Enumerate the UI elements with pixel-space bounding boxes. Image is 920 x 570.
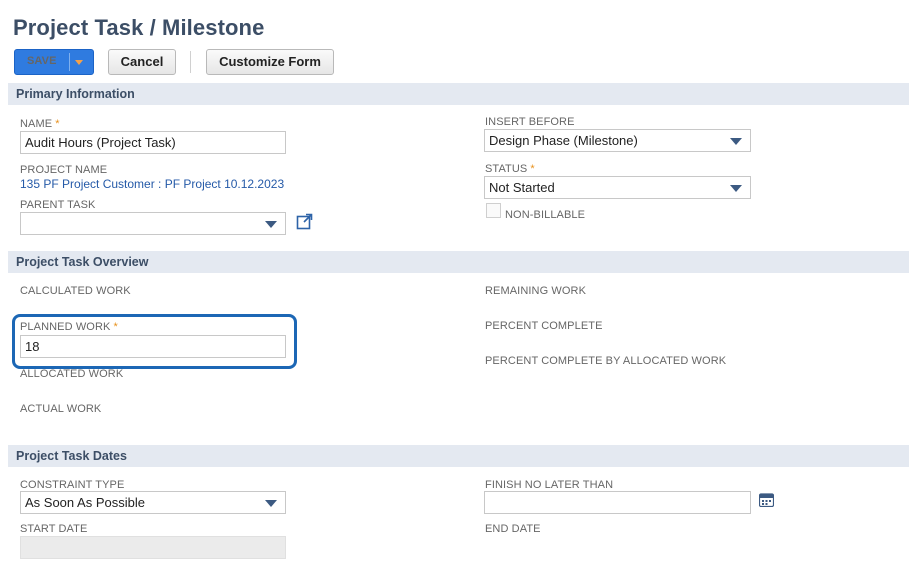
calculated-work-label: CALCULATED WORK — [20, 285, 131, 297]
actual-work-label: ACTUAL WORK — [20, 403, 102, 415]
parent-task-select[interactable] — [20, 212, 286, 235]
percent-complete-allocated-label: PERCENT COMPLETE BY ALLOCATED WORK — [485, 355, 727, 367]
planned-work-label: PLANNED WORK * — [20, 321, 118, 333]
chevron-down-icon[interactable] — [265, 221, 277, 228]
required-mark: * — [55, 118, 60, 130]
save-button-label: Save — [27, 55, 57, 67]
non-billable-checkbox[interactable] — [486, 203, 501, 218]
start-date-label: START DATE — [20, 523, 88, 535]
save-button[interactable]: Save — [14, 49, 94, 75]
status-label: STATUS * — [485, 163, 535, 175]
chevron-down-icon[interactable] — [730, 138, 742, 145]
external-link-icon[interactable] — [296, 213, 313, 230]
chevron-down-icon[interactable] — [265, 500, 277, 507]
name-label: NAME * — [20, 118, 60, 130]
page-title: Project Task / Milestone — [13, 15, 265, 40]
toolbar-divider — [190, 51, 191, 73]
finish-no-later-than-label: FINISH NO LATER THAN — [485, 479, 614, 491]
required-mark: * — [113, 321, 118, 333]
name-field[interactable]: Audit Hours (Project Task) — [20, 131, 286, 154]
section-project-task-dates[interactable]: Project Task Dates — [8, 445, 909, 467]
status-value: Not Started — [489, 180, 555, 195]
constraint-type-value: As Soon As Possible — [25, 495, 145, 510]
non-billable-label: NON-BILLABLE — [505, 209, 586, 221]
percent-complete-label: PERCENT COMPLETE — [485, 320, 603, 332]
cancel-button[interactable]: Cancel — [108, 49, 176, 75]
insert-before-value: Design Phase (Milestone) — [489, 133, 638, 148]
chevron-down-icon[interactable] — [730, 185, 742, 192]
start-date-field — [20, 536, 286, 559]
remaining-work-label: REMAINING WORK — [485, 285, 587, 297]
section-primary-information[interactable]: Primary Information — [8, 83, 909, 105]
required-mark: * — [530, 163, 535, 175]
allocated-work-label: ALLOCATED WORK — [20, 368, 124, 380]
status-select[interactable]: Not Started — [484, 176, 751, 199]
insert-before-select[interactable]: Design Phase (Milestone) — [484, 129, 751, 152]
insert-before-label: INSERT BEFORE — [485, 116, 575, 128]
section-project-task-overview[interactable]: Project Task Overview — [8, 251, 909, 273]
constraint-type-label: CONSTRAINT TYPE — [20, 479, 125, 491]
planned-work-field[interactable]: 18 — [20, 335, 286, 358]
calendar-icon[interactable] — [759, 493, 774, 507]
project-name-label: PROJECT NAME — [20, 164, 108, 176]
finish-no-later-than-field[interactable] — [484, 491, 751, 514]
project-name-link[interactable]: 135 PF Project Customer : PF Project 10.… — [20, 177, 284, 191]
constraint-type-select[interactable]: As Soon As Possible — [20, 491, 286, 514]
chevron-down-icon[interactable] — [75, 60, 83, 65]
parent-task-label: PARENT TASK — [20, 199, 96, 211]
save-button-divider — [69, 53, 70, 71]
end-date-label: END DATE — [485, 523, 541, 535]
customize-form-button[interactable]: Customize Form — [206, 49, 334, 75]
